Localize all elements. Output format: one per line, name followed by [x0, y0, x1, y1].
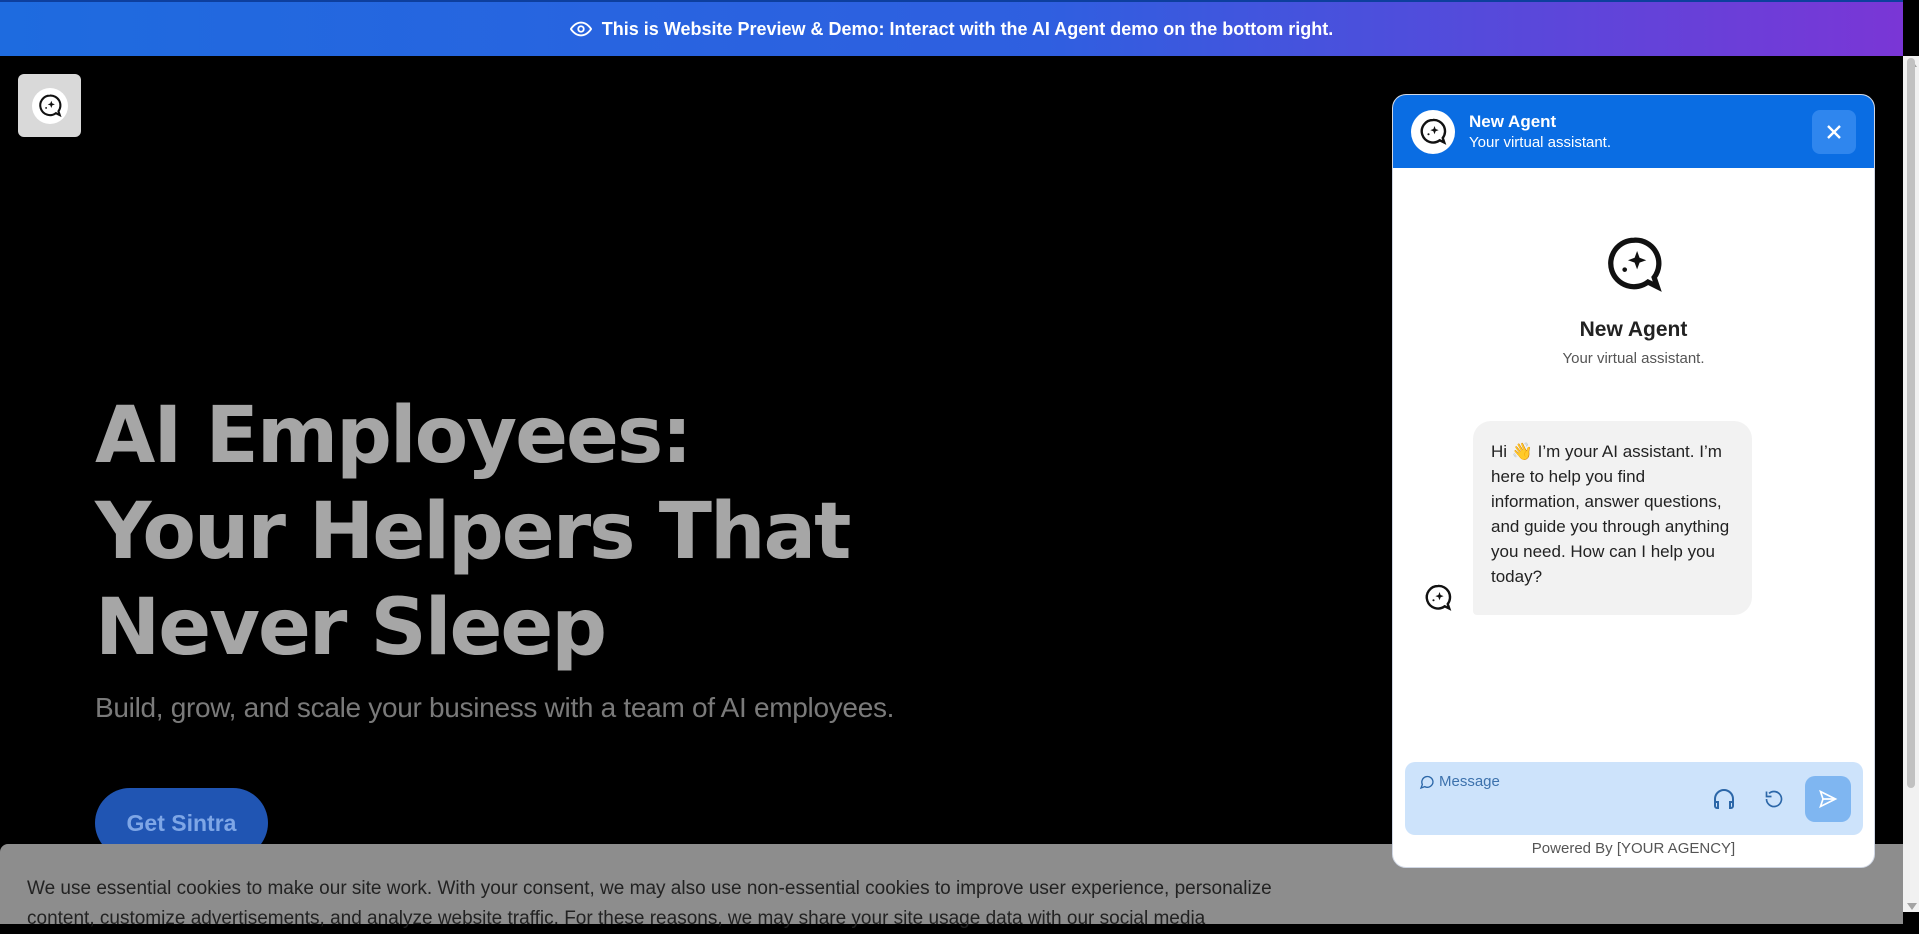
intro-agent-name: New Agent [1579, 318, 1688, 341]
headphones-icon [1714, 789, 1734, 809]
refresh-icon [1765, 790, 1783, 808]
chat-header-text: New Agent Your virtual assistant. [1469, 112, 1611, 151]
send-icon [1819, 789, 1838, 809]
site-logo[interactable] [18, 74, 81, 137]
cookie-text-line1: We use essential cookies to make our sit… [27, 878, 1272, 899]
hero-section: AI Employees: Your Helpers That Never Sl… [95, 388, 895, 724]
banner-text: This is Website Preview & Demo: Interact… [601, 18, 1334, 39]
chat-widget: New Agent Your virtual assistant. New Ag… [1392, 94, 1875, 868]
voice-button[interactable] [1711, 786, 1737, 812]
scrollbar-thumb[interactable] [1907, 58, 1915, 788]
message-icon [1419, 775, 1434, 790]
eye-icon [569, 21, 592, 37]
message-row: Hi 👋 I’m your AI assistant. I’m here to … [1423, 421, 1752, 615]
scroll-down-icon[interactable] [1907, 903, 1917, 910]
reset-chat-button[interactable] [1761, 786, 1787, 812]
agent-subtitle: Your virtual assistant. [1469, 134, 1612, 151]
agent-name: New Agent [1469, 112, 1557, 131]
intro-agent-subtitle: Your virtual assistant. [1562, 350, 1705, 367]
close-chat-button[interactable] [1812, 109, 1856, 154]
send-button[interactable] [1805, 776, 1851, 822]
hero-subtitle: Build, grow, and scale your business wit… [95, 692, 895, 723]
chat-sparkle-icon [1420, 118, 1447, 145]
agent-logo-icon [1607, 237, 1662, 292]
close-icon [1827, 124, 1841, 139]
bot-message-bubble: Hi 👋 I’m your AI assistant. I’m here to … [1473, 421, 1752, 615]
powered-by-text: Powered By [YOUR AGENCY] [1531, 840, 1736, 857]
chat-intro: New Agent Your virtual assistant. [1393, 234, 1874, 367]
hero-title: AI Employees: Your Helpers That Never Sl… [95, 391, 851, 673]
message-input[interactable] [1439, 770, 1689, 792]
bot-avatar-icon [1425, 584, 1452, 611]
page-scrollbar[interactable] [1903, 56, 1919, 912]
agent-avatar [1411, 109, 1455, 154]
message-composer [1405, 762, 1863, 835]
logo-icon [31, 87, 68, 124]
chat-header: New Agent Your virtual assistant. [1393, 95, 1874, 168]
preview-banner: This is Website Preview & Demo: Interact… [0, 0, 1903, 56]
cookie-text-line2: content, customize advertisements, and a… [27, 908, 1206, 929]
